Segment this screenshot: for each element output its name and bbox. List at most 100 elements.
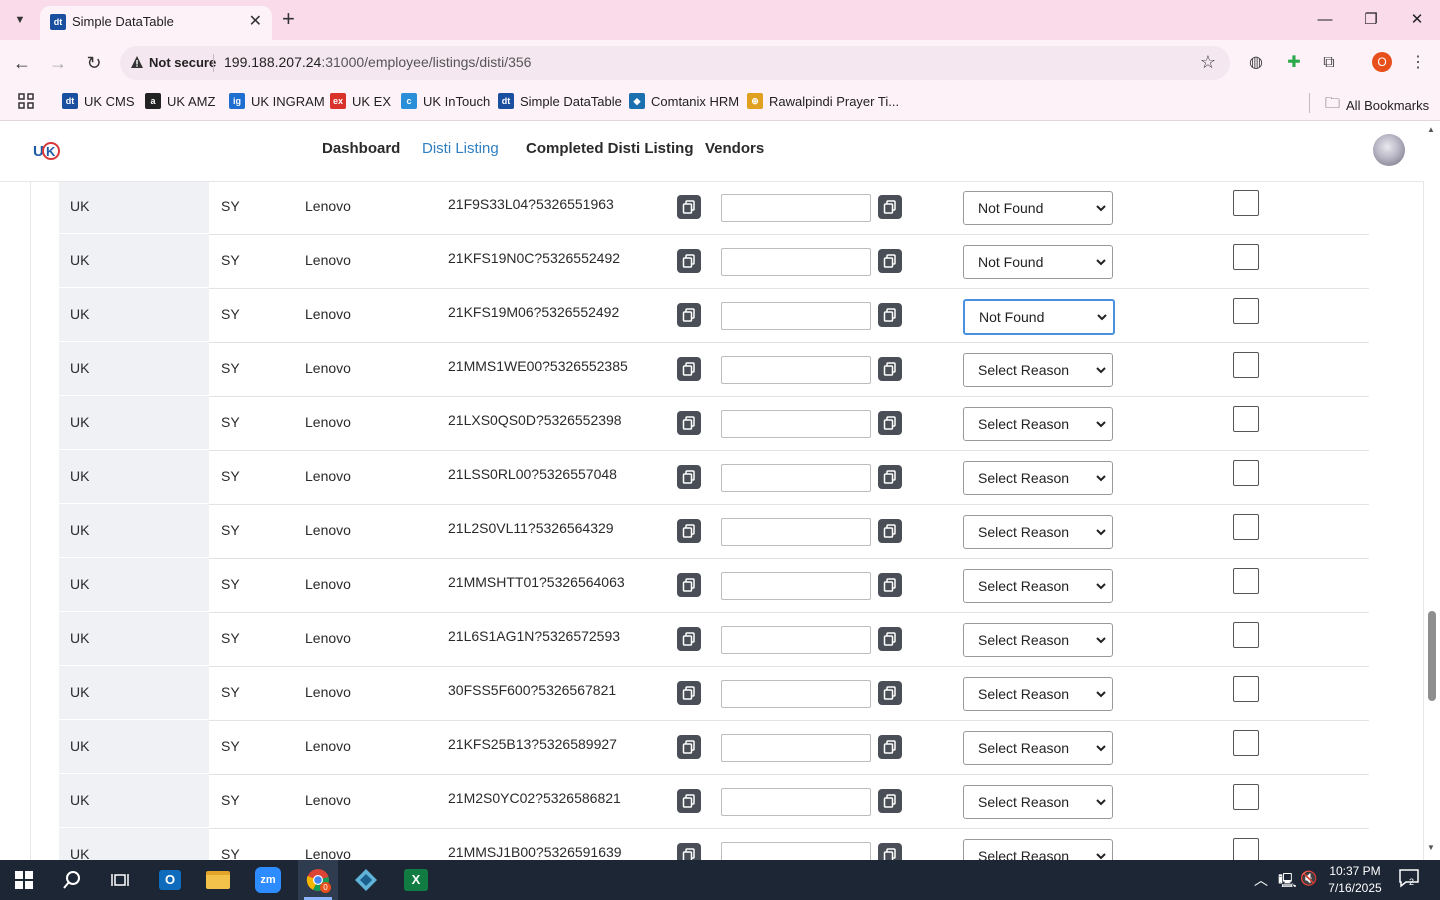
copy-value-button[interactable]: [878, 357, 902, 381]
value-input[interactable]: [721, 572, 871, 600]
outlook-icon[interactable]: O: [150, 863, 190, 897]
copy-value-button[interactable]: [878, 465, 902, 489]
all-bookmarks-button[interactable]: 🗀 All Bookmarks: [1325, 93, 1429, 118]
scrollbar-thumb[interactable]: [1428, 611, 1436, 701]
row-checkbox[interactable]: [1233, 190, 1259, 216]
close-window-icon[interactable]: ✕: [1402, 8, 1432, 32]
app-diamond-icon[interactable]: [346, 863, 386, 897]
file-explorer-icon[interactable]: [198, 863, 238, 897]
copy-sku-button[interactable]: [677, 249, 701, 273]
reason-select[interactable]: Select Reason: [963, 569, 1113, 603]
value-input[interactable]: [721, 680, 871, 708]
row-checkbox[interactable]: [1233, 568, 1259, 594]
minimize-icon[interactable]: —: [1310, 8, 1340, 32]
bookmark-item[interactable]: dt UK CMS: [62, 93, 135, 109]
notifications-icon[interactable]: 2: [1398, 868, 1420, 891]
reason-select[interactable]: Select Reason: [963, 839, 1113, 860]
value-input[interactable]: [721, 410, 871, 438]
excel-icon[interactable]: X: [396, 863, 436, 897]
row-checkbox[interactable]: [1233, 298, 1259, 324]
back-arrow-icon[interactable]: ←: [10, 51, 34, 75]
reason-select[interactable]: Not Found: [963, 245, 1113, 279]
copy-value-button[interactable]: [878, 411, 902, 435]
scroll-down-arrow-icon[interactable]: ▼: [1427, 843, 1435, 852]
extensions-puzzle-icon[interactable]: ⧉: [1317, 51, 1341, 75]
copy-value-button[interactable]: [878, 843, 902, 860]
search-icon[interactable]: [52, 863, 92, 897]
copy-sku-button[interactable]: [677, 195, 701, 219]
extension-plus-icon[interactable]: ✚: [1282, 51, 1306, 75]
row-checkbox[interactable]: [1233, 244, 1259, 270]
reason-select[interactable]: Not Found: [963, 299, 1115, 335]
bookmark-star-icon[interactable]: ☆: [1200, 52, 1216, 73]
value-input[interactable]: [721, 734, 871, 762]
chrome-icon[interactable]: 0: [298, 860, 338, 900]
reason-select[interactable]: Select Reason: [963, 731, 1113, 765]
row-checkbox[interactable]: [1233, 676, 1259, 702]
page-scrollbar[interactable]: ▲ ▼: [1424, 121, 1440, 860]
address-bar[interactable]: Not secure 199.188.207.24:31000/employee…: [120, 46, 1230, 80]
profile-avatar[interactable]: O: [1372, 52, 1392, 72]
bookmark-item[interactable]: a UK AMZ: [145, 93, 215, 109]
copy-sku-button[interactable]: [677, 303, 701, 327]
network-icon[interactable]: 🖳: [1278, 870, 1297, 894]
not-secure-label[interactable]: Not secure: [149, 55, 216, 70]
copy-sku-button[interactable]: [677, 843, 701, 860]
row-checkbox[interactable]: [1233, 784, 1259, 810]
bookmark-item[interactable]: ◆ Comtanix HRM: [629, 93, 739, 109]
nav-link-completed-disti-listing[interactable]: Completed Disti Listing: [526, 140, 694, 157]
copy-value-button[interactable]: [878, 249, 902, 273]
copy-value-button[interactable]: [878, 735, 902, 759]
browser-tab[interactable]: dt Simple DataTable ✕: [40, 6, 272, 40]
row-checkbox[interactable]: [1233, 730, 1259, 756]
row-checkbox[interactable]: [1233, 406, 1259, 432]
copy-sku-button[interactable]: [677, 465, 701, 489]
copy-value-button[interactable]: [878, 195, 902, 219]
row-checkbox[interactable]: [1233, 622, 1259, 648]
copy-sku-button[interactable]: [677, 627, 701, 651]
value-input[interactable]: [721, 356, 871, 384]
reason-select[interactable]: Select Reason: [963, 515, 1113, 549]
copy-sku-button[interactable]: [677, 411, 701, 435]
reason-select[interactable]: Select Reason: [963, 623, 1113, 657]
copy-value-button[interactable]: [878, 789, 902, 813]
copy-value-button[interactable]: [878, 303, 902, 327]
reason-select[interactable]: Select Reason: [963, 407, 1113, 441]
row-checkbox[interactable]: [1233, 838, 1259, 860]
reason-select[interactable]: Select Reason: [963, 785, 1113, 819]
bookmark-item[interactable]: dt Simple DataTable: [498, 93, 622, 109]
volume-muted-icon[interactable]: 🔇: [1300, 870, 1317, 887]
value-input[interactable]: [721, 464, 871, 492]
bookmark-item[interactable]: ex UK EX: [330, 93, 391, 109]
restore-icon[interactable]: ❐: [1356, 8, 1386, 32]
reason-select[interactable]: Select Reason: [963, 461, 1113, 495]
apps-grid-icon[interactable]: [18, 93, 34, 109]
bookmark-item[interactable]: ig UK INGRAM: [229, 93, 325, 109]
forward-arrow-icon[interactable]: →: [46, 51, 70, 75]
scroll-up-arrow-icon[interactable]: ▲: [1427, 125, 1435, 134]
browser-menu-icon[interactable]: ⋮: [1406, 51, 1430, 75]
copy-value-button[interactable]: [878, 573, 902, 597]
copy-sku-button[interactable]: [677, 519, 701, 543]
tray-chevron-up-icon[interactable]: ︿: [1254, 870, 1268, 890]
copy-sku-button[interactable]: [677, 681, 701, 705]
value-input[interactable]: [721, 302, 871, 330]
bookmark-item[interactable]: ⊕ Rawalpindi Prayer Ti...: [747, 93, 899, 109]
reload-icon[interactable]: ↻: [82, 51, 106, 75]
copy-sku-button[interactable]: [677, 357, 701, 381]
system-clock[interactable]: 10:37 PM 7/16/2025: [1322, 863, 1388, 897]
tab-search-chevron-icon[interactable]: ▼: [8, 8, 32, 32]
zoom-icon[interactable]: zm: [248, 863, 288, 897]
bookmark-item[interactable]: c UK InTouch: [401, 93, 490, 109]
nav-link-disti-listing[interactable]: Disti Listing: [422, 140, 499, 157]
value-input[interactable]: [721, 842, 871, 860]
copy-sku-button[interactable]: [677, 789, 701, 813]
copy-value-button[interactable]: [878, 519, 902, 543]
value-input[interactable]: [721, 194, 871, 222]
url-text[interactable]: 199.188.207.24:31000/employee/listings/d…: [224, 54, 531, 70]
row-checkbox[interactable]: [1233, 352, 1259, 378]
translate-globe-icon[interactable]: ◍: [1244, 51, 1268, 75]
windows-start-icon[interactable]: [4, 863, 44, 897]
task-view-icon[interactable]: [100, 863, 140, 897]
value-input[interactable]: [721, 248, 871, 276]
